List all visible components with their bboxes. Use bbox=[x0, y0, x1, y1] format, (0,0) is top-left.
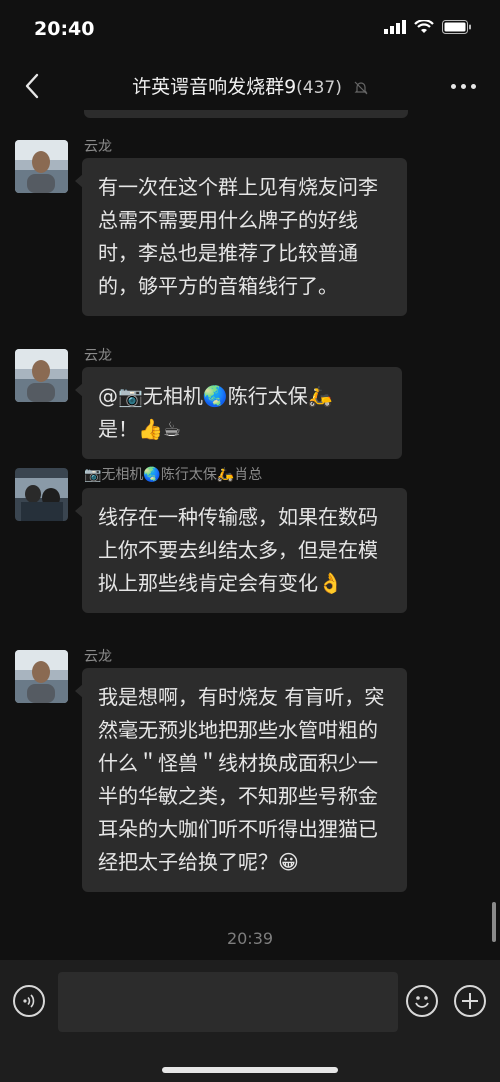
chat-title: 许英谔音响发烧群9(437) bbox=[0, 72, 500, 99]
message-timestamp: 20:39 bbox=[226, 929, 274, 948]
voice-icon bbox=[23, 994, 35, 1008]
cellular-signal-icon bbox=[384, 20, 406, 34]
sender-name: 云龙 bbox=[84, 139, 112, 155]
plus-circle-icon bbox=[462, 993, 478, 1009]
emoji-icon bbox=[415, 996, 429, 1008]
sender-name: 云龙 bbox=[84, 649, 112, 665]
mention-text[interactable]: @📷无相机🌏陈行太保🛵 bbox=[98, 384, 333, 408]
more-horizontal-icon bbox=[450, 83, 456, 89]
chat-area[interactable]: 云龙 有一次在这个群上见有烧友问李总需不需要用什么牌子的好线时，李总也是推荐了比… bbox=[0, 118, 500, 960]
more-button[interactable] bbox=[446, 72, 480, 100]
battery-icon bbox=[442, 20, 471, 34]
avatar[interactable] bbox=[15, 140, 68, 193]
sender-name: 云龙 bbox=[84, 348, 112, 364]
input-bar bbox=[0, 960, 500, 1082]
avatar[interactable] bbox=[15, 349, 68, 402]
status-time: 20:40 bbox=[34, 18, 95, 40]
avatar-image bbox=[15, 468, 68, 521]
previous-message-bubble bbox=[84, 110, 408, 118]
avatar-image bbox=[15, 650, 68, 703]
wifi-icon bbox=[414, 20, 434, 33]
message-text: 是！👍☕ bbox=[98, 417, 181, 441]
chat-header: 许英谔音响发烧群9(437) bbox=[0, 58, 500, 114]
message-bubble[interactable]: @📷无相机🌏陈行太保🛵 是！👍☕ bbox=[75, 367, 402, 459]
bell-off-icon bbox=[354, 81, 368, 94]
voice-button[interactable] bbox=[13, 985, 45, 1017]
avatar-image bbox=[15, 349, 68, 402]
message-bubble[interactable]: 有一次在这个群上见有烧友问李总需不需要用什么牌子的好线时，李总也是推荐了比较普通… bbox=[75, 158, 407, 316]
scrollbar[interactable] bbox=[492, 902, 496, 942]
message-input[interactable] bbox=[58, 972, 398, 1032]
emoji-button[interactable] bbox=[406, 985, 438, 1017]
avatar[interactable] bbox=[15, 468, 68, 521]
sender-name: 📷无相机🌏陈行太保🛵肖总 bbox=[84, 467, 263, 483]
group-name: 许英谔音响发烧群9 bbox=[132, 76, 297, 98]
add-button[interactable] bbox=[454, 985, 486, 1017]
avatar[interactable] bbox=[15, 650, 68, 703]
avatar-image bbox=[15, 140, 68, 193]
home-indicator bbox=[162, 1067, 338, 1073]
status-icons bbox=[384, 20, 472, 34]
member-count: (437) bbox=[296, 78, 342, 98]
message-bubble[interactable]: 线存在一种传输感，如果在数码上你不要去纠结太多，但是在模拟上那些线肯定会有变化👌 bbox=[75, 488, 407, 613]
message-bubble[interactable]: 我是想啊，有时烧友 有肓听，突然毫无预兆地把那些水管咁粗的什么＂怪兽＂线材换成面… bbox=[75, 668, 407, 892]
status-bar: 20:40 bbox=[0, 0, 500, 58]
